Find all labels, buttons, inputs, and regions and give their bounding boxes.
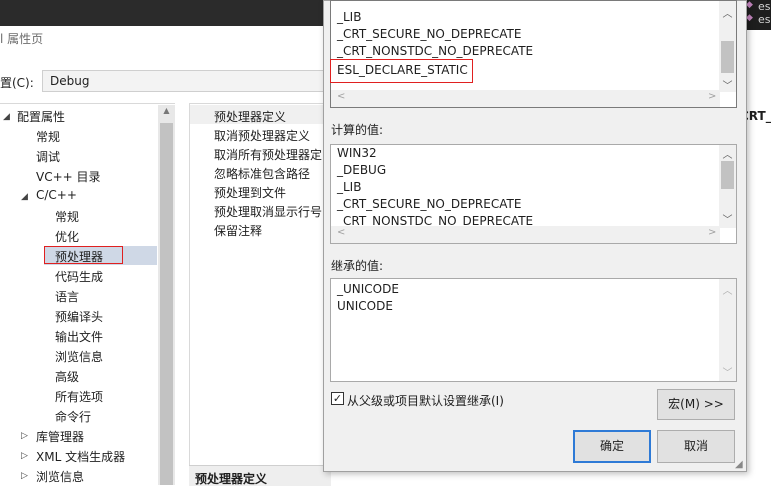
editor-titlebar	[0, 0, 330, 26]
config-value: Debug	[50, 74, 90, 88]
scroll-right-icon[interactable]: >	[708, 227, 716, 238]
property-tree	[0, 103, 175, 486]
tree-item-optimization[interactable]: 优化	[55, 228, 79, 245]
resize-grip-icon[interactable]: ◢	[735, 459, 743, 470]
computed-line: _LIB	[337, 180, 362, 194]
scroll-down-icon[interactable]: ﹀	[719, 77, 736, 92]
symbol-icon: ◆	[746, 13, 753, 23]
tree-item-config-properties[interactable]: 配置属性	[17, 108, 65, 125]
tree-item-librarian[interactable]: 库管理器	[36, 428, 84, 445]
ok-button[interactable]: 确定	[573, 430, 651, 463]
inherited-vscrollbar[interactable]: ︿ ﹀	[719, 279, 736, 381]
tree-item-all-options[interactable]: 所有选项	[55, 388, 103, 405]
scroll-up-icon[interactable]: ︿	[719, 5, 736, 20]
grid-row-keep-comments[interactable]: 保留注释	[214, 222, 262, 239]
tree-item-preprocessor[interactable]: 预处理器	[55, 248, 103, 265]
tree-item-debugging[interactable]: 调试	[36, 148, 60, 165]
edit-scroll-thumb[interactable]	[721, 41, 734, 73]
inherited-values-label: 继承的值:	[331, 259, 384, 273]
computed-line: _DEBUG	[337, 163, 387, 177]
scroll-up-icon[interactable]: ︿	[719, 282, 736, 297]
esl-highlight-box	[330, 59, 473, 83]
computed-vscrollbar[interactable]: ︿ ﹀	[719, 145, 736, 228]
edit-hscrollbar[interactable]: < >	[331, 90, 720, 107]
scroll-up-icon[interactable]: ︿	[719, 146, 736, 161]
tree-item-command-line[interactable]: 命令行	[55, 408, 91, 425]
tree-item-cpp[interactable]: C/C++	[36, 188, 77, 202]
inherited-values-list[interactable]: _UNICODE UNICODE ︿ ﹀	[330, 278, 737, 382]
collapsed-arrow-icon[interactable]: ▷	[21, 451, 28, 461]
editor-peek-text: es	[758, 0, 771, 13]
expanded-arrow-icon[interactable]: ◢	[3, 112, 10, 122]
editor-peek-text: es	[758, 13, 771, 26]
tree-item-browse-information[interactable]: 浏览信息	[36, 468, 84, 485]
cancel-button[interactable]: 取消	[657, 430, 735, 463]
tree-item-xml-doc-generator[interactable]: XML 文档生成器	[36, 448, 125, 465]
tree-item-code-generation[interactable]: 代码生成	[55, 268, 103, 285]
scroll-down-icon[interactable]: ﹀	[719, 211, 736, 226]
scroll-right-icon[interactable]: >	[708, 91, 716, 102]
inherit-checkbox[interactable]: ✓	[331, 392, 344, 405]
config-label: 置(C):	[0, 76, 34, 90]
window-title: l 属性页	[0, 32, 44, 46]
grid-row-ignore-standard-include[interactable]: 忽略标准包含路径	[214, 165, 310, 182]
computed-values-label: 计算的值:	[331, 123, 384, 137]
scroll-down-icon[interactable]: ﹀	[719, 364, 736, 379]
tree-item-language[interactable]: 语言	[55, 288, 79, 305]
grid-row-preprocessor-definitions[interactable]: 预处理器定义	[214, 108, 286, 125]
collapsed-arrow-icon[interactable]: ▷	[21, 431, 28, 441]
tree-item-browse-info[interactable]: 浏览信息	[55, 348, 103, 365]
scroll-left-icon[interactable]: <	[337, 227, 345, 238]
inherited-line: UNICODE	[337, 299, 393, 313]
edit-line: _LIB	[337, 10, 362, 24]
computed-line: _CRT_SECURE_NO_DEPRECATE	[337, 197, 522, 211]
inherit-checkbox-label[interactable]: 从父级或项目默认设置继承(I)	[347, 392, 504, 409]
inherited-line: _UNICODE	[337, 282, 399, 296]
grid-row-suppress-line-numbers[interactable]: 预处理取消显示行号	[214, 203, 322, 220]
grid-row-undefine-all[interactable]: 取消所有预处理器定	[214, 146, 322, 163]
computed-scroll-thumb[interactable]	[721, 161, 734, 189]
expanded-arrow-icon[interactable]: ◢	[21, 192, 28, 202]
description-title: 预处理器定义	[195, 472, 268, 486]
collapsed-arrow-icon[interactable]: ▷	[21, 471, 28, 481]
edit-line: _CRT_NONSTDC_NO_DEPRECATE	[337, 44, 534, 58]
computed-values-list[interactable]: WIN32 _DEBUG _LIB _CRT_SECURE_NO_DEPRECA…	[330, 144, 737, 244]
macro-button[interactable]: 宏(M) >>	[657, 389, 735, 420]
tree-item-cpp-general[interactable]: 常规	[55, 208, 79, 225]
edit-vscrollbar[interactable]: ︿ ﹀	[719, 1, 736, 92]
grid-row-preprocess-to-file[interactable]: 预处理到文件	[214, 184, 286, 201]
computed-line: WIN32	[337, 146, 377, 160]
definitions-edit-box[interactable]: _LIB _CRT_SECURE_NO_DEPRECATE _CRT_NONST…	[330, 0, 737, 108]
tree-item-vc-directories[interactable]: VC++ 目录	[36, 168, 101, 185]
tree-item-output-files[interactable]: 输出文件	[55, 328, 103, 345]
scroll-left-icon[interactable]: <	[337, 91, 345, 102]
tree-item-general[interactable]: 常规	[36, 128, 60, 145]
grid-row-undefine-preprocessor[interactable]: 取消预处理器定义	[214, 127, 310, 144]
symbol-icon: ◆	[746, 0, 753, 10]
tree-item-precompiled-headers[interactable]: 预编译头	[55, 308, 103, 325]
tree-scroll-thumb[interactable]	[160, 123, 173, 485]
tree-item-advanced[interactable]: 高级	[55, 368, 79, 385]
edit-line: _CRT_SECURE_NO_DEPRECATE	[337, 27, 522, 41]
config-select[interactable]: Debug	[42, 70, 332, 92]
scroll-up-icon[interactable]: ▲	[160, 106, 173, 120]
computed-hscrollbar[interactable]: < >	[331, 226, 720, 243]
